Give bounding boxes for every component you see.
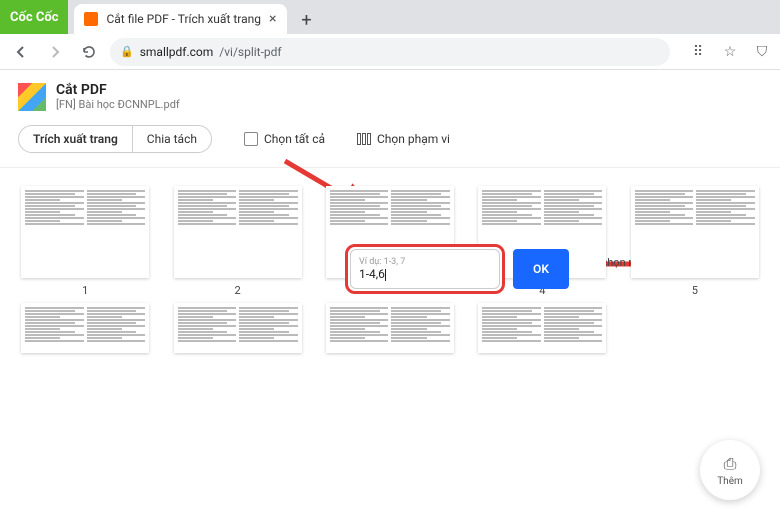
page-thumbnail[interactable] [18,303,152,353]
page-number: 5 [692,284,698,297]
close-tab-icon[interactable]: × [269,11,276,27]
page-number: 2 [235,284,241,297]
smallpdf-logo [18,83,46,111]
range-panel: Ví dụ: 1-3, 7 1-4,6 OK [345,244,569,294]
range-value: 1-4,6 [359,267,491,281]
select-all-label: Chọn tất cả [264,132,325,146]
back-button[interactable] [8,39,34,65]
page-thumbnail[interactable] [323,303,457,353]
range-placeholder: Ví dụ: 1-3, 7 [359,257,491,267]
address-bar[interactable]: 🔒 smallpdf.com/vi/split-pdf [110,38,670,66]
translate-icon[interactable]: ⠿ [688,42,708,62]
tab-favicon [84,12,98,26]
add-file-icon: ⎙ [724,454,737,474]
checkbox-icon [244,132,258,146]
select-all-checkbox[interactable]: Chọn tất cả [244,132,325,146]
range-highlight: Ví dụ: 1-3, 7 1-4,6 [345,244,505,294]
new-tab-button[interactable]: + [293,6,321,34]
filename: [FN] Bài học ĐCNNPL.pdf [56,98,180,111]
mode-split-button[interactable]: Chia tách [132,126,211,152]
reload-button[interactable] [76,39,102,65]
url-host: smallpdf.com [140,45,214,59]
page-thumbnail[interactable] [475,303,609,353]
page-title: Cắt PDF [56,82,180,98]
url-path: /vi/split-pdf [219,45,281,59]
lock-icon: 🔒 [120,45,134,58]
range-icon [357,133,371,145]
shield-icon[interactable]: ⛉ [752,42,772,62]
page-thumbnail[interactable]: 1 [18,186,152,297]
mode-switch: Trích xuất trang Chia tách [18,125,212,153]
fab-label: Thêm [717,476,743,487]
ok-button[interactable]: OK [513,249,569,289]
forward-button[interactable] [42,39,68,65]
select-range-toggle[interactable]: Chọn phạm vi [357,132,450,146]
page-number: 1 [82,284,88,297]
page-thumbnail[interactable]: 2 [170,186,304,297]
browser-tab[interactable]: Cắt file PDF - Trích xuất trang × [74,4,286,34]
range-input[interactable]: Ví dụ: 1-3, 7 1-4,6 [350,249,500,289]
page-thumbnail[interactable] [170,303,304,353]
navbar: 🔒 smallpdf.com/vi/split-pdf ⠿ ☆ ⛉ [0,34,780,70]
add-more-fab[interactable]: ⎙ Thêm [700,440,760,500]
coccoc-brand: Cốc Cốc [0,0,68,34]
bookmark-icon[interactable]: ☆ [720,42,740,62]
mode-extract-button[interactable]: Trích xuất trang [19,126,132,152]
select-range-label: Chọn phạm vi [377,132,450,146]
tab-title: Cắt file PDF - Trích xuất trang [106,12,261,26]
page-thumbnail[interactable]: 5 [628,186,762,297]
thumbnail-grid-row2 [0,297,780,353]
